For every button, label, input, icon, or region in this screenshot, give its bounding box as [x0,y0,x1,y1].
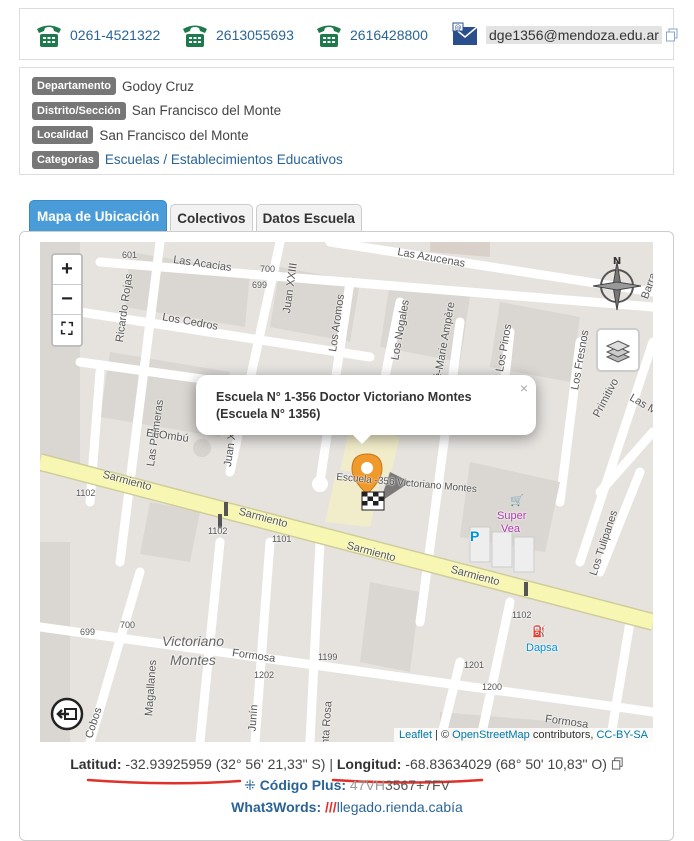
map-attribution: Leaflet | © OpenStreetMap contributors, … [393,728,653,742]
attribution-contributors: contributors, [529,729,597,741]
info-value: San Francisco del Monte [99,127,249,143]
layers-button[interactable] [596,328,640,372]
plus-code-label: Código Plus: [259,777,347,793]
leaflet-link[interactable]: Leaflet [399,729,432,741]
phone-link-3[interactable]: 2616428800 [350,27,428,43]
house-number: 601 [122,250,138,260]
plus-code-prefix: 47VH [346,777,385,793]
what3words-label: What3Words: [231,799,322,815]
tab-bar: Mapa de Ubicación Colectivos Datos Escue… [29,200,362,231]
popup-title: Escuela N° 1-356 Doctor Victoriano Monte… [216,390,472,421]
popup-close-button[interactable]: × [520,379,528,398]
fullscreen-button[interactable]: ⛶ [53,315,81,345]
back-icon[interactable] [50,697,84,731]
svg-text:🛒: 🛒 [510,494,524,507]
layers-icon [605,340,631,363]
info-row-distrito: Distrito/Sección San Francisco del Monte [32,99,673,124]
poi-label: Dapsa [526,642,558,654]
phone-contact-2: 2613055693 [180,9,294,61]
plus-code-line: ⁜ Código Plus: 47VH3567+7FV [0,777,694,794]
phone-contact-3: 2616428800 [314,9,428,61]
info-label: Departamento [32,77,116,96]
plus-code-icon: ⁜ [244,777,260,793]
house-number: 1102 [76,488,96,498]
compass-icon: N [592,256,642,311]
license-link[interactable]: CC-BY-SA [596,729,648,741]
plus-code-value[interactable]: 3567+7FV [385,777,450,793]
info-label: Distrito/Sección [32,101,126,120]
area-label: Victoriano [162,633,225,649]
copy-icon[interactable] [665,28,679,42]
poi-label: Super [497,510,527,522]
fuel-icon: ⛽ [532,626,546,638]
tab-datos-escuela[interactable]: Datos Escuela [255,204,362,231]
popup-tip [350,432,374,444]
svg-text:@: @ [455,24,462,32]
info-row-localidad: Localidad San Francisco del Monte [32,123,673,148]
tab-mapa-de-ubicacion[interactable]: Mapa de Ubicación [29,200,168,231]
copy-icon[interactable] [611,757,624,770]
house-number: 1201 [464,660,485,670]
house-number: 1202 [254,670,275,680]
what3words-slashes: /// [321,799,337,815]
osm-link[interactable]: OpenStreetMap [452,729,530,741]
house-number: 1102 [512,610,532,620]
tab-colectivos[interactable]: Colectivos [170,204,253,231]
map-tiles: 🛒 [40,242,653,742]
phone-icon [317,25,341,47]
zoom-in-button[interactable]: + [53,255,81,285]
contact-box: 0261-4521322 2613055693 2616428800 @ dge… [19,8,678,61]
email-icon: @ [452,22,478,45]
info-row-departamento: Departamento Godoy Cruz [32,74,673,99]
house-number: 1102 [208,526,228,536]
zoom-out-button[interactable]: − [53,285,81,315]
info-row-categorias: Categorías Escuelas / Establecimientos E… [32,148,673,173]
location-map[interactable]: 🛒 Las Acacias Las Azucenas Los Cedros Ri… [40,242,653,742]
info-value: San Francisco del Monte [131,103,282,119]
school-info-box: Departamento Godoy Cruz Distrito/Sección… [19,67,674,175]
house-number: 1200 [482,682,503,692]
street-label: Junín [246,704,261,732]
zoom-control: + − ⛶ [51,253,83,347]
info-label: Localidad [32,126,94,145]
house-number: 1199 [318,652,338,662]
house-number: 700 [260,264,276,274]
house-number: 700 [120,620,136,630]
phone-icon [183,25,207,47]
what3words-line: What3Words: ///llegado.rienda.cabía [0,799,694,815]
house-number: 699 [252,280,268,290]
phone-contact-1: 0261-4521322 [34,9,160,61]
house-number: 699 [80,627,96,637]
attribution-separator: | © [432,729,453,741]
phone-link-1[interactable]: 0261-4521322 [70,27,160,43]
category-link[interactable]: Escuelas / Establecimientos Educativos [105,152,343,167]
house-number: 1101 [272,534,292,544]
email-contact: @ dge1356@mendoza.edu.ar [450,9,679,61]
poi-label: Vea [501,523,520,535]
svg-text:N: N [613,256,621,267]
phone-link-2[interactable]: 2613055693 [216,27,294,43]
what3words-value[interactable]: llegado.rienda.cabía [337,799,463,815]
marker-popup: Escuela N° 1-356 Doctor Victoriano Monte… [196,375,536,435]
info-label: Categorías [32,150,99,169]
info-value: Godoy Cruz [121,78,194,94]
email-address[interactable]: dge1356@mendoza.edu.ar [486,26,662,44]
area-label: Montes [170,652,216,668]
parking-label: P [470,528,480,544]
phone-icon [37,25,61,47]
